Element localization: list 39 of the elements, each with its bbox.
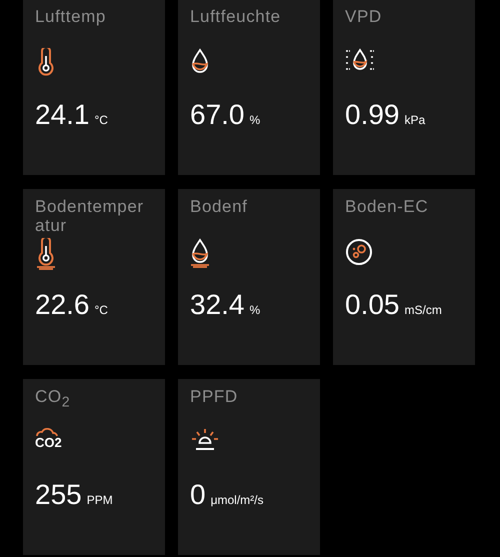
sensor-title: Bodentemperatur <box>35 197 145 235</box>
sensor-value: 67.0 <box>190 99 244 131</box>
sensor-value: 32.4 <box>190 289 244 321</box>
sensor-title: Luftfeuchte <box>190 7 282 28</box>
sensor-card[interactable]: Bodenf 32.4 % <box>178 189 320 365</box>
sensor-card[interactable]: VPD 0.99 kPa <box>333 0 475 175</box>
sensor-unit: % <box>250 113 260 127</box>
sensor-title: Bodenf <box>190 197 248 218</box>
sensor-unit: % <box>250 303 260 317</box>
thermometer-icon <box>35 238 57 270</box>
sensor-unit: μmol/m²/s <box>210 493 264 507</box>
drop-icon <box>190 238 210 268</box>
sensor-value: 0.99 <box>345 99 400 131</box>
sensor-value: 0.05 <box>345 289 400 321</box>
sensor-title: Lufttemp <box>35 7 107 28</box>
sensor-card[interactable]: Bodentemperatur 22.6 °C <box>23 189 165 365</box>
sensor-title: CO$_{2}$ <box>35 387 72 412</box>
sensor-value: 22.6 <box>35 289 90 321</box>
sensor-title: Boden-EC <box>345 197 430 218</box>
drop-icon <box>190 48 210 74</box>
sensor-value: 0 <box>190 479 206 511</box>
sensor-card[interactable]: CO$_{2}$ CO2 255 PPM <box>23 379 165 555</box>
sensor-unit: kPa <box>404 113 426 127</box>
sensor-value: 24.1 <box>35 99 90 131</box>
cloud-icon <box>35 428 59 437</box>
sensor-unit: mS/cm <box>404 303 442 317</box>
sensor-title: PPFD <box>190 387 239 408</box>
sensor-card[interactable]: Boden-EC 0.05 mS/cm <box>333 189 475 365</box>
sensor-value: 255 <box>35 479 82 511</box>
sensor-card[interactable]: PPFD 0 μmol/m²/s <box>178 379 320 555</box>
icon-label: CO2 <box>35 436 62 449</box>
sensor-unit: °C <box>94 113 108 127</box>
sensor-unit: PPM <box>86 493 113 507</box>
sensor-title: VPD <box>345 7 383 28</box>
sensor-unit: °C <box>94 303 108 317</box>
petri-dish-icon <box>345 238 373 266</box>
sensor-card[interactable]: Luftfeuchte 67.0 % <box>178 0 320 175</box>
sun-icon <box>190 428 220 452</box>
sensor-card[interactable]: Lufttemp 24.1 °C <box>23 0 165 175</box>
